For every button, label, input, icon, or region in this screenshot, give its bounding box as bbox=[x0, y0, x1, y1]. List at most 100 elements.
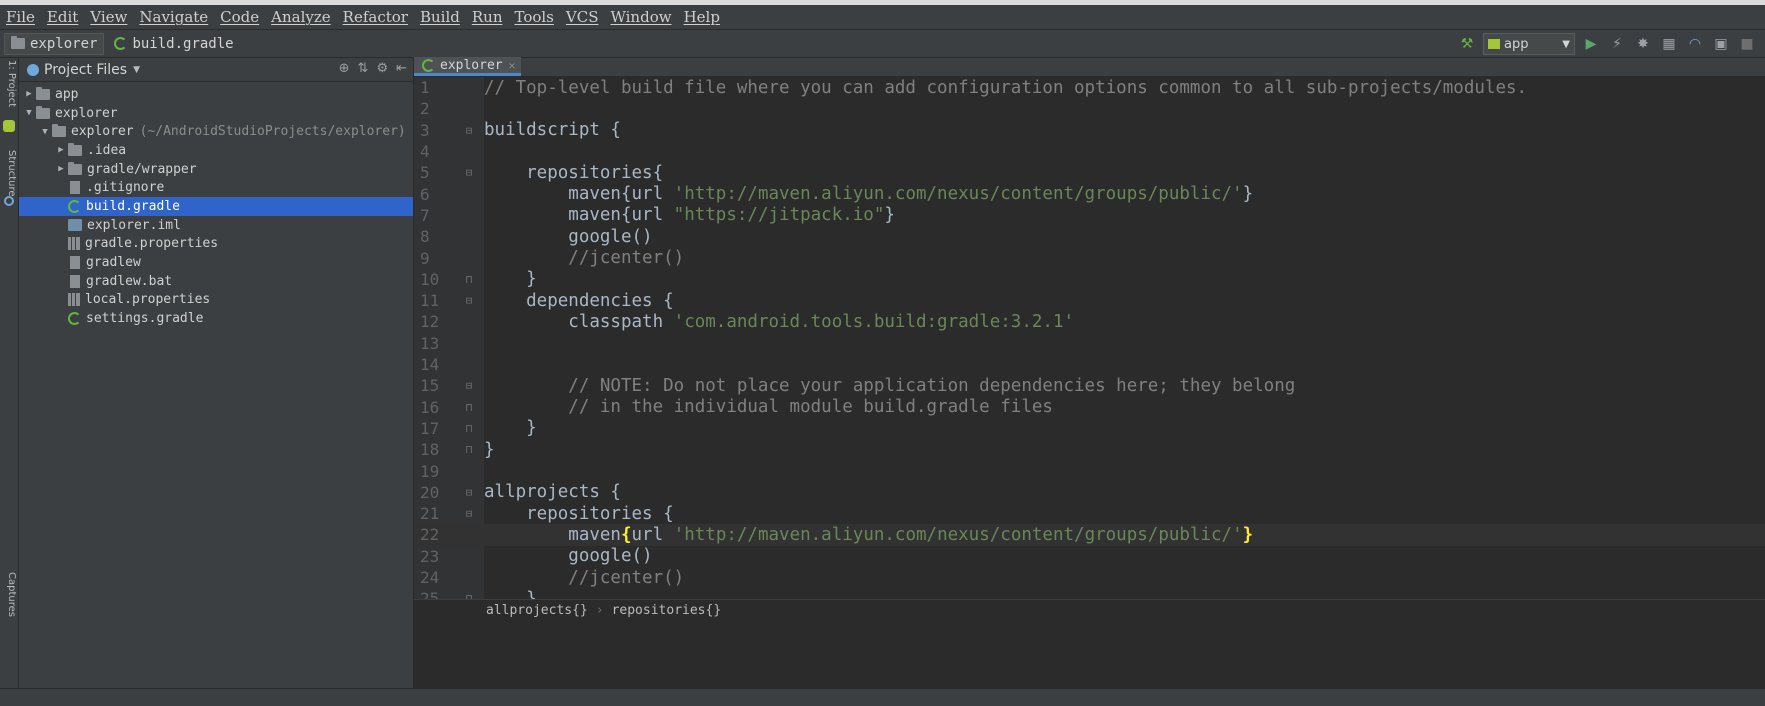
code-line[interactable]: 1 // Top-level build file where you can a… bbox=[414, 77, 1765, 98]
nav-crumb-file[interactable]: build.gradle bbox=[108, 33, 239, 55]
project-tool-tab[interactable]: 1: Project bbox=[2, 60, 17, 107]
code-token: 'com.android.tools.build:gradle:3.2.1' bbox=[673, 311, 1075, 332]
tree-item-label: local.properties bbox=[85, 292, 211, 308]
build-variants-icon[interactable] bbox=[3, 120, 15, 132]
code-line[interactable]: 12 classpath 'com.android.tools.build:gr… bbox=[414, 311, 1765, 332]
menu-view[interactable]: View bbox=[90, 8, 127, 26]
menu-navigate[interactable]: Navigate bbox=[139, 8, 208, 26]
menu-run[interactable]: Run bbox=[472, 8, 503, 26]
code-line[interactable]: 22 maven{url 'http://maven.aliyun.com/ne… bbox=[414, 524, 1765, 546]
code-breadcrumb-item[interactable]: allprojects{} bbox=[486, 603, 588, 618]
code-breadcrumb-item[interactable]: repositories{} bbox=[612, 603, 722, 618]
menu-analyze[interactable]: Analyze bbox=[271, 8, 331, 26]
tree-item[interactable]: gradle.properties bbox=[19, 235, 413, 254]
code-line[interactable]: 20 ⊟ allprojects { bbox=[414, 482, 1765, 503]
collapsed-arrow-icon[interactable]: ▶ bbox=[54, 164, 68, 174]
tree-item[interactable]: ▶ app bbox=[19, 85, 413, 104]
code-line[interactable]: 11 ⊟ dependencies { bbox=[414, 290, 1765, 311]
code-line[interactable]: 3 ⊟ buildscript { bbox=[414, 120, 1765, 141]
code-line[interactable]: 8 google() bbox=[414, 226, 1765, 247]
captures-tool-tab[interactable]: Captures bbox=[2, 572, 17, 617]
code-line[interactable]: 21 ⊟ repositories { bbox=[414, 503, 1765, 524]
tree-item[interactable]: gradlew bbox=[19, 253, 413, 272]
locate-icon[interactable]: ⊕ bbox=[339, 61, 350, 76]
hide-panel-icon[interactable]: ⇤ bbox=[396, 61, 407, 76]
tree-item[interactable]: gradlew.bat bbox=[19, 272, 413, 291]
tree-item[interactable]: explorer.iml bbox=[19, 216, 413, 235]
tree-item[interactable]: build.gradle bbox=[19, 197, 413, 216]
structure-tool-tab[interactable]: Structure bbox=[2, 150, 17, 197]
fold-marker-icon[interactable]: ⊟ bbox=[454, 507, 484, 520]
code-token: } bbox=[884, 205, 895, 226]
gradle-icon bbox=[422, 58, 435, 72]
profile-button[interactable]: ◠ bbox=[1685, 34, 1705, 54]
fold-marker-icon[interactable]: ⊟ bbox=[454, 166, 484, 179]
fold-marker-icon[interactable]: ⊓ bbox=[454, 273, 484, 286]
tree-item[interactable]: ▼ explorer bbox=[19, 104, 413, 123]
expanded-arrow-icon[interactable]: ▼ bbox=[38, 127, 52, 137]
menu-file[interactable]: File bbox=[6, 8, 35, 26]
fold-marker-icon[interactable]: ⊟ bbox=[454, 294, 484, 307]
code-line[interactable]: 23 google() bbox=[414, 546, 1765, 567]
debug-button[interactable]: ✸ bbox=[1633, 34, 1653, 54]
fold-marker-icon[interactable]: ⊟ bbox=[454, 379, 484, 392]
code-line[interactable]: 9 //jcenter() bbox=[414, 247, 1765, 268]
code-line[interactable]: 10 ⊓ } bbox=[414, 269, 1765, 290]
fold-marker-icon[interactable]: ⊟ bbox=[454, 124, 484, 137]
tree-item[interactable]: .gitignore bbox=[19, 178, 413, 197]
code-line[interactable]: 18 ⊓} bbox=[414, 439, 1765, 460]
project-view-selector[interactable]: Project Files bbox=[44, 62, 127, 78]
code-line[interactable]: 16 ⊓ // in the individual module build.gr… bbox=[414, 397, 1765, 418]
tree-item[interactable]: settings.gradle bbox=[19, 309, 413, 328]
menu-refactor[interactable]: Refactor bbox=[343, 8, 408, 26]
tree-item[interactable]: ▶ gradle/wrapper bbox=[19, 160, 413, 179]
code-line[interactable]: 17 ⊓ } bbox=[414, 418, 1765, 439]
nav-crumb-project[interactable]: explorer bbox=[4, 32, 105, 55]
run-config-select[interactable]: app ▼ bbox=[1483, 33, 1575, 55]
code-line[interactable]: 5 ⊟ repositories{ bbox=[414, 162, 1765, 183]
menu-window[interactable]: Window bbox=[610, 8, 671, 26]
tree-item[interactable]: local.properties bbox=[19, 291, 413, 310]
run-button[interactable]: ▶ bbox=[1581, 34, 1601, 54]
code-line[interactable]: 7 maven{url "https://jitpack.io"} bbox=[414, 205, 1765, 226]
layout-captures-icon[interactable] bbox=[4, 196, 14, 206]
fold-marker-icon[interactable]: ⊓ bbox=[454, 592, 484, 599]
expanded-arrow-icon[interactable]: ▼ bbox=[22, 108, 36, 118]
fold-marker-icon[interactable]: ⊟ bbox=[454, 486, 484, 499]
line-number: 10 bbox=[420, 269, 440, 289]
apply-changes-button[interactable]: ⚡ bbox=[1607, 34, 1627, 54]
collapsed-arrow-icon[interactable]: ▶ bbox=[22, 89, 36, 99]
make-project-button[interactable]: ⚒ bbox=[1457, 34, 1477, 54]
code-line[interactable]: 25 ⊓ } bbox=[414, 588, 1765, 599]
code-line[interactable]: 13 bbox=[414, 333, 1765, 354]
menu-vcs[interactable]: VCS bbox=[566, 8, 599, 26]
code-line[interactable]: 2 bbox=[414, 98, 1765, 119]
code-line[interactable]: 15 ⊟ // NOTE: Do not place your applicati… bbox=[414, 375, 1765, 396]
menu-code[interactable]: Code bbox=[220, 8, 259, 26]
code-line[interactable]: 19 bbox=[414, 460, 1765, 481]
coverage-button[interactable]: ▦ bbox=[1659, 34, 1679, 54]
code-line[interactable]: 24 //jcenter() bbox=[414, 567, 1765, 588]
tree-item[interactable]: ▼ explorer (~/AndroidStudioProjects/explor… bbox=[19, 122, 413, 141]
collapse-all-icon[interactable]: ⇅ bbox=[358, 61, 369, 76]
attach-debugger-button[interactable]: ▣ bbox=[1711, 34, 1731, 54]
fold-marker-icon[interactable]: ⊓ bbox=[454, 401, 484, 414]
stop-button[interactable]: ■ bbox=[1737, 34, 1757, 54]
lightning-icon: ⚡ bbox=[1612, 36, 1622, 52]
collapsed-arrow-icon[interactable]: ▶ bbox=[54, 145, 68, 155]
menu-build[interactable]: Build bbox=[420, 8, 460, 26]
code-line[interactable]: 6 maven{url 'http://maven.aliyun.com/nex… bbox=[414, 184, 1765, 205]
chevron-down-icon[interactable]: ▼ bbox=[133, 65, 140, 75]
gear-icon[interactable]: ⚙ bbox=[376, 61, 388, 76]
code-line[interactable]: 4 bbox=[414, 141, 1765, 162]
code-area[interactable]: 1 // Top-level build file where you can a… bbox=[414, 77, 1765, 599]
editor-tab[interactable]: explorer ✕ bbox=[414, 57, 522, 76]
tree-item[interactable]: ▶ .idea bbox=[19, 141, 413, 160]
menu-edit[interactable]: Edit bbox=[47, 8, 78, 26]
menu-help[interactable]: Help bbox=[684, 8, 720, 26]
close-icon[interactable]: ✕ bbox=[509, 59, 516, 72]
menu-tools[interactable]: Tools bbox=[514, 8, 553, 26]
code-line[interactable]: 14 bbox=[414, 354, 1765, 375]
fold-marker-icon[interactable]: ⊓ bbox=[454, 422, 484, 435]
fold-marker-icon[interactable]: ⊓ bbox=[454, 443, 484, 456]
